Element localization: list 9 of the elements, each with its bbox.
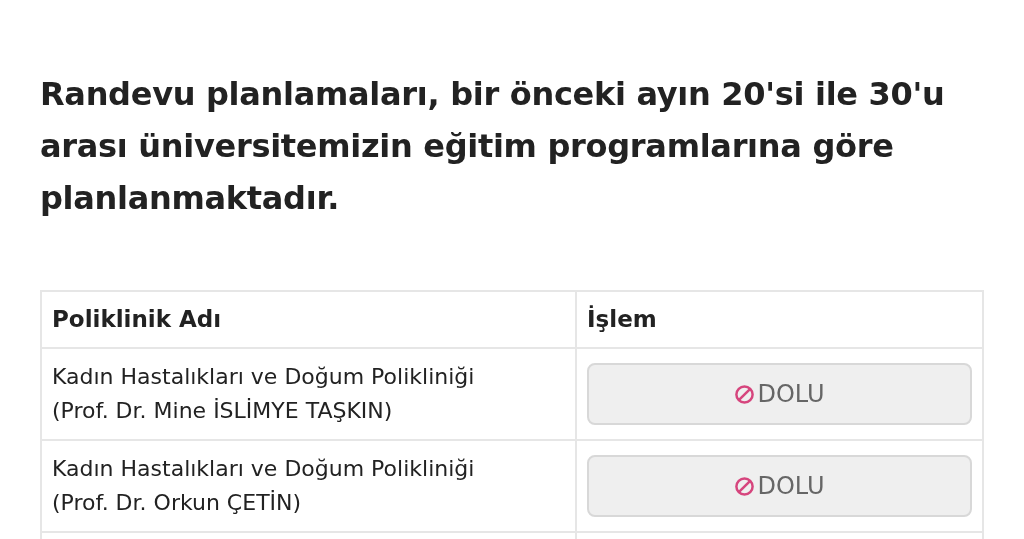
full-button[interactable]: DOLU — [587, 363, 972, 425]
column-header: Poliklinik Adı — [41, 291, 576, 348]
clinic-cell: Kadın Hastalıkları ve Doğum Polikliniği (Prof. Dr. Orkun ÇETİN) — [41, 440, 576, 532]
column-header: İşlem — [576, 291, 983, 348]
clinic-cell: Kadın Hastalıkları ve Doğum Polikliniği (Prof. Dr. Mine İSLİMYE TAŞKIN) — [41, 348, 576, 440]
notice-text: Randevu planlamaları, bir önceki ayın 20'si ile 30'u arası üniversitemizin eğitim programlarına göre planlanmaktadır. — [40, 74, 946, 219]
prohibited-icon — [734, 475, 756, 497]
full-button[interactable]: DOLU — [587, 455, 972, 517]
prohibited-icon — [734, 383, 756, 405]
